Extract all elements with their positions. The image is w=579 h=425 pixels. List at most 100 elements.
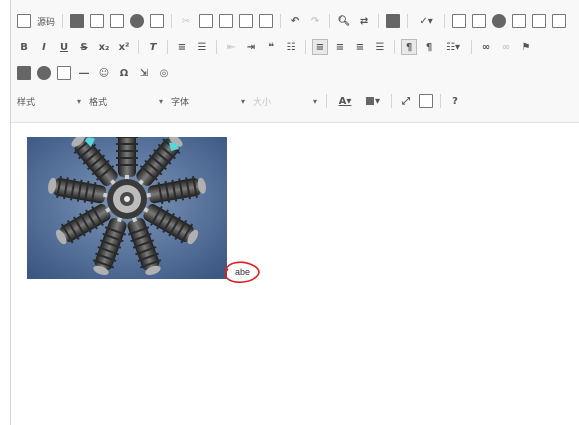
editor-toolbar: 源码 ✂ ↶ ↷ 🔍︎ ⇄ ✓▾ B I U S x₂ x² T ≡ ☰ ⇤ ⇥…: [11, 0, 579, 123]
font-dropdown-label: 字体: [171, 97, 190, 108]
show-blocks-icon[interactable]: [419, 94, 433, 108]
rtl-icon[interactable]: ¶: [422, 40, 436, 54]
unlink-icon[interactable]: ∞: [499, 40, 513, 54]
smiley-icon[interactable]: ☺: [97, 66, 111, 80]
format-dropdown[interactable]: 格式 ▾: [89, 93, 163, 109]
chevron-down-icon: ▾: [240, 96, 245, 106]
styles-dropdown-label: 样式: [17, 97, 36, 108]
italic-icon[interactable]: I: [37, 40, 51, 54]
replace-icon[interactable]: ⇄: [357, 14, 371, 28]
textarea-icon[interactable]: [532, 14, 547, 28]
cut-icon[interactable]: ✂: [179, 14, 193, 28]
align-right-icon[interactable]: ≡: [353, 40, 367, 54]
paste-icon[interactable]: [219, 14, 234, 28]
toolbar-row-4: 样式 ▾ 格式 ▾ 字体 ▾ 大小 ▾ A ▾ ▾ ⤢ ?: [17, 91, 468, 111]
toolbar-separator: [280, 14, 282, 28]
strikethrough-icon[interactable]: S: [77, 40, 91, 54]
text-color-button[interactable]: A ▾: [334, 94, 356, 108]
chevron-down-icon: ▾: [158, 96, 163, 106]
source-label[interactable]: 源码: [37, 15, 55, 28]
blockquote-icon[interactable]: ❝: [264, 40, 278, 54]
form-icon[interactable]: [452, 14, 467, 28]
templates-icon[interactable]: [110, 14, 125, 28]
font-dropdown[interactable]: 字体 ▾: [171, 93, 245, 109]
bulleted-list-icon[interactable]: ☰: [195, 40, 209, 54]
save-icon[interactable]: [70, 14, 85, 28]
find-icon[interactable]: 🔍︎: [337, 14, 351, 28]
superscript-icon[interactable]: x²: [117, 40, 131, 54]
toolbar-separator: [138, 40, 139, 54]
flash-icon[interactable]: [37, 66, 51, 80]
underline-icon[interactable]: U: [57, 40, 71, 54]
toolbar-separator: [329, 14, 331, 28]
editor-content-area[interactable]: abe: [11, 123, 579, 425]
radial-engine-picture: [27, 137, 227, 279]
toolbar-separator: [171, 14, 173, 28]
new-page-icon[interactable]: [90, 14, 105, 28]
preview-icon[interactable]: [130, 14, 145, 28]
remove-format-icon[interactable]: T: [146, 40, 160, 54]
paste-word-icon[interactable]: [259, 14, 274, 28]
background-color-icon: [365, 97, 374, 105]
chevron-down-icon: ▾: [312, 96, 317, 106]
checkbox-icon[interactable]: [472, 14, 487, 28]
toolbar-separator: [391, 94, 392, 108]
select-all-icon[interactable]: [386, 14, 401, 28]
language-icon[interactable]: ☷▾: [442, 40, 464, 54]
print-icon[interactable]: [150, 14, 165, 28]
spellcheck-icon[interactable]: ✓▾: [415, 14, 437, 28]
ltr-icon[interactable]: ¶: [401, 39, 417, 55]
source-icon[interactable]: [17, 14, 31, 28]
redo-icon[interactable]: ↷: [308, 14, 322, 28]
paste-text-icon[interactable]: [239, 14, 254, 28]
styles-dropdown[interactable]: 样式 ▾: [17, 93, 81, 109]
size-dropdown-label: 大小: [253, 97, 272, 108]
table-icon[interactable]: [57, 66, 71, 80]
help-label: ?: [452, 95, 458, 107]
copy-icon[interactable]: [199, 14, 214, 28]
toolbar-separator: [444, 14, 446, 28]
horizontal-rule-icon[interactable]: ―: [77, 66, 91, 80]
special-char-icon[interactable]: Ω: [117, 66, 131, 80]
outdent-icon[interactable]: ⇤: [224, 40, 238, 54]
toolbar-row-3: ― ☺ Ω ⇲ ◎: [17, 63, 177, 83]
toolbar-separator: [326, 94, 327, 108]
toolbar-separator: [305, 40, 306, 54]
select-field-icon[interactable]: [552, 14, 567, 28]
background-color-button[interactable]: ▾: [362, 94, 384, 108]
bold-icon[interactable]: B: [17, 40, 31, 54]
image-icon[interactable]: [17, 66, 31, 80]
div-container-icon[interactable]: ☷: [284, 40, 298, 54]
toolbar-separator: [471, 40, 472, 54]
undo-icon[interactable]: ↶: [288, 14, 302, 28]
subscript-icon[interactable]: x₂: [97, 40, 111, 54]
align-justify-icon[interactable]: ☰: [373, 40, 387, 54]
toolbar-separator: [407, 14, 409, 28]
anchor-icon[interactable]: ⚑: [519, 40, 533, 54]
toolbar-separator: [440, 94, 441, 108]
numbered-list-icon[interactable]: ≡: [175, 40, 189, 54]
red-annotation-circle: [224, 261, 260, 283]
text-field-icon[interactable]: [512, 14, 527, 28]
chevron-down-icon: ▾: [76, 96, 81, 106]
radio-icon[interactable]: [492, 14, 507, 28]
help-icon[interactable]: ?: [448, 94, 462, 108]
page-break-icon[interactable]: ⇲: [137, 66, 151, 80]
indent-icon[interactable]: ⇥: [244, 40, 258, 54]
maximize-icon[interactable]: ⤢: [399, 94, 413, 108]
toolbar-row-2: B I U S x₂ x² T ≡ ☰ ⇤ ⇥ ❝ ☷ ≡ ≡ ≡ ☰ ¶ ¶ …: [17, 37, 539, 57]
rich-text-editor: 源码 ✂ ↶ ↷ 🔍︎ ⇄ ✓▾ B I U S x₂ x² T ≡ ☰ ⇤ ⇥…: [10, 0, 579, 425]
toolbar-separator: [394, 40, 395, 54]
toolbar-separator: [216, 40, 217, 54]
toolbar-separator: [378, 14, 380, 28]
toolbar-row-1: 源码 ✂ ↶ ↷ 🔍︎ ⇄ ✓▾: [17, 11, 572, 31]
format-dropdown-label: 格式: [89, 97, 108, 108]
iframe-icon[interactable]: ◎: [157, 66, 171, 80]
engine-image[interactable]: [27, 137, 227, 279]
size-dropdown[interactable]: 大小 ▾: [253, 93, 317, 109]
align-left-icon[interactable]: ≡: [312, 39, 328, 55]
text-color-icon: A: [338, 95, 347, 107]
align-center-icon[interactable]: ≡: [333, 40, 347, 54]
link-icon[interactable]: ∞: [479, 40, 493, 54]
toolbar-separator: [167, 40, 168, 54]
